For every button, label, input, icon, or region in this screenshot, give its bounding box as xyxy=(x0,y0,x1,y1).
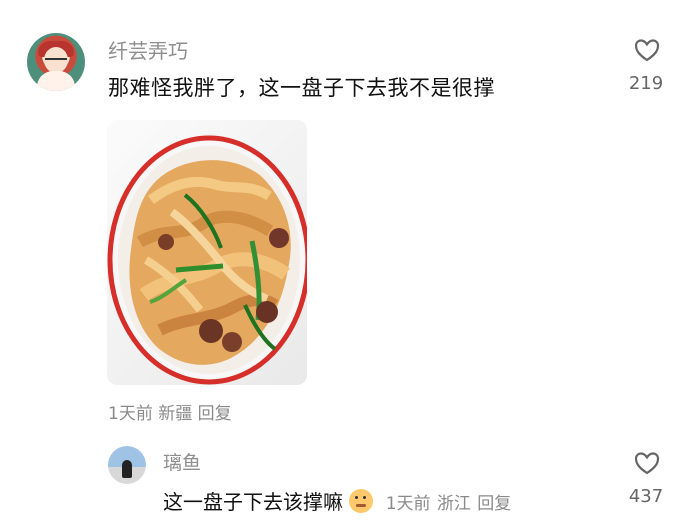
reply-line: 这一盘子下去该撑嘛 1天前 浙江 回复 xyxy=(163,486,511,515)
comment-reply-button[interactable]: 回复 xyxy=(198,404,232,424)
reply-text: 这一盘子下去该撑嘛 xyxy=(163,490,343,514)
heart-icon[interactable] xyxy=(633,36,661,64)
reply-username[interactable]: 璃鱼 xyxy=(163,448,201,475)
comment-location: 新疆 xyxy=(158,404,193,424)
comment-text: 那难怪我胖了，这一盘子下去我不是很撑 xyxy=(108,76,495,100)
commenter-avatar[interactable] xyxy=(27,33,85,91)
reply-reply-button[interactable]: 回复 xyxy=(477,494,511,514)
reply-time: 1天前 xyxy=(385,494,431,514)
avatar-person xyxy=(122,460,132,478)
comment-meta: 1天前 新疆 回复 xyxy=(108,399,232,424)
heart-icon[interactable] xyxy=(633,449,661,477)
reply-location: 浙江 xyxy=(436,494,471,514)
comment-time: 1天前 xyxy=(108,404,153,424)
reply-like-count: 437 xyxy=(628,486,664,507)
comment-photo[interactable] xyxy=(107,120,307,385)
avatar-glasses xyxy=(45,58,67,65)
reply-avatar[interactable] xyxy=(108,446,146,484)
comment-like-count: 219 xyxy=(628,73,664,94)
noodle-dish-image xyxy=(107,135,307,385)
avatar-body xyxy=(37,71,75,91)
thinking-face-emoji xyxy=(349,489,374,513)
commenter-username[interactable]: 纤芸弄巧 xyxy=(108,35,188,64)
